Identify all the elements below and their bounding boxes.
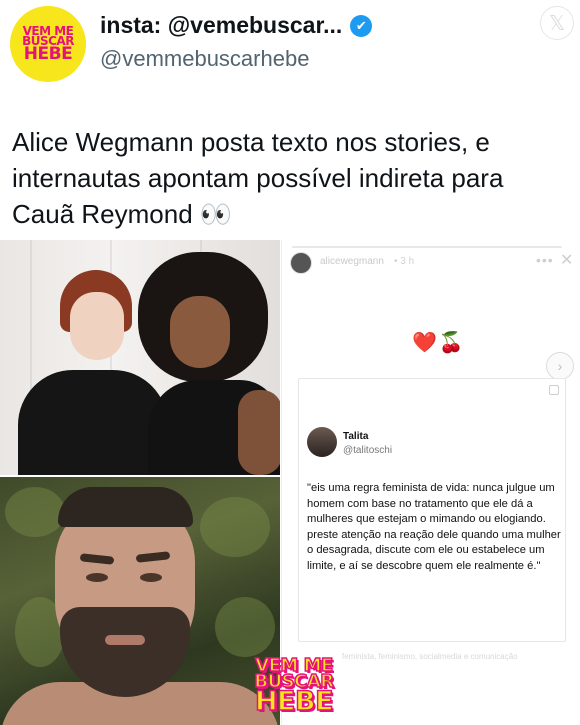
man-eye-left — [86, 573, 108, 582]
display-name[interactable]: insta: @vemebuscar... — [100, 12, 342, 39]
story-timestamp: • 3 h — [394, 256, 415, 267]
story-user-avatar[interactable] — [290, 252, 312, 274]
man-mouth — [105, 635, 145, 645]
photo-man-selfie[interactable] — [0, 477, 280, 725]
copy-icon — [549, 385, 559, 395]
woman-left-body — [18, 370, 168, 475]
story-username[interactable]: alicewegmann — [320, 256, 384, 267]
media-collage[interactable]: alicewegmann • 3 h ••• ✕ ❤️🍒 › Talita @t… — [0, 240, 580, 725]
foliage — [200, 497, 270, 557]
quoted-author-name: Talita — [343, 431, 369, 442]
story-progress-bar — [292, 246, 562, 248]
woman-right-arm — [238, 390, 280, 475]
story-emojis: ❤️🍒 — [412, 332, 466, 354]
verified-badge-icon: ✔ — [350, 14, 373, 37]
tweet-text: Alice Wegmann posta texto nos stories, e… — [12, 127, 504, 229]
story-hashtags: feminista, feminismo, socialmedia e comu… — [342, 652, 518, 661]
avatar-logo-line3: HEBE — [23, 44, 73, 65]
woman-left-face — [70, 292, 124, 360]
quoted-post-text: "eis uma regra feminista de vida: nunca … — [307, 482, 561, 572]
quoted-author-avatar — [307, 427, 337, 457]
watermark-line3: HEBE — [254, 686, 334, 718]
photo-two-women[interactable] — [0, 240, 280, 475]
name-row: insta: @vemebuscar... ✔ — [100, 12, 373, 39]
man-eye-right — [140, 573, 162, 582]
profile-avatar[interactable]: VEM ME BUSCAR HEBE — [10, 6, 86, 82]
more-options-icon[interactable]: ••• — [536, 252, 554, 268]
tweet-header: VEM ME BUSCAR HEBE insta: @vemebuscar...… — [0, 0, 580, 100]
foliage — [5, 487, 65, 537]
quoted-author-handle: @talitoschi — [343, 445, 393, 456]
watermark-logo: VEM ME BUSCAR HEBE — [240, 648, 348, 724]
user-handle[interactable]: @vemmebuscarhebe — [100, 46, 309, 72]
man-hair — [58, 487, 193, 527]
close-icon[interactable]: ✕ — [560, 250, 573, 270]
quoted-post-card: Talita @talitoschi "eis uma regra femini… — [298, 378, 566, 642]
woman-right-face — [170, 296, 230, 368]
x-logo-icon[interactable]: 𝕏 — [540, 6, 574, 40]
next-story-chevron-icon[interactable]: › — [546, 352, 574, 380]
